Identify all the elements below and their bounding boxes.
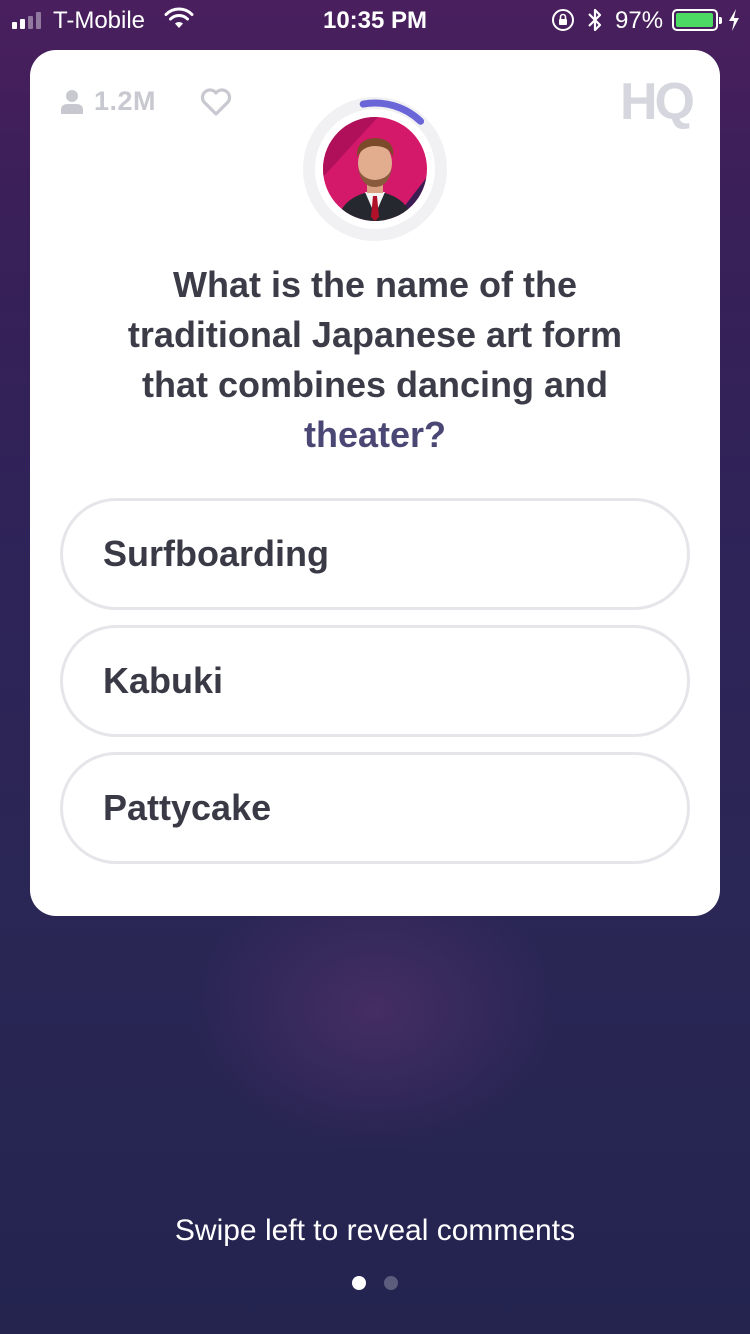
question-line: traditional Japanese art form [127, 314, 623, 355]
page-dot-1[interactable] [352, 1276, 366, 1290]
answer-label: Pattycake [103, 787, 272, 828]
swipe-hint: Swipe left to reveal comments [174, 1214, 576, 1247]
question-text: What is the name of the traditional Japa… [70, 260, 680, 460]
person-icon [61, 89, 83, 114]
viewer-count: 1.2M [60, 86, 156, 117]
heart-icon[interactable] [200, 88, 232, 116]
bluetooth-icon [588, 8, 602, 32]
viewer-count-label: 1.2M [94, 86, 157, 116]
question-line: that combines dancing and [141, 364, 609, 405]
status-bar: T-Mobile 10:35 PM 97% [0, 0, 750, 40]
answer-option-1[interactable]: Surfboarding [60, 498, 690, 610]
question-line: What is the name of the [172, 264, 578, 305]
answer-label: Surfboarding [103, 533, 329, 574]
battery-icon [672, 9, 722, 31]
page-indicator[interactable] [0, 1276, 750, 1290]
answer-option-2[interactable]: Kabuki [60, 625, 690, 737]
host-avatar [323, 117, 427, 221]
question-card: 1.2M HQ What is the name of the traditio… [30, 50, 720, 916]
answer-option-3[interactable]: Pattycake [60, 752, 690, 864]
page-dot-2[interactable] [384, 1276, 398, 1290]
rotation-lock-icon [552, 9, 574, 31]
charging-icon [729, 9, 739, 31]
question-line: theater? [303, 414, 447, 455]
hq-logo: HQ [620, 73, 695, 131]
battery-percent: 97% [615, 7, 664, 34]
answer-label: Kabuki [103, 660, 224, 701]
